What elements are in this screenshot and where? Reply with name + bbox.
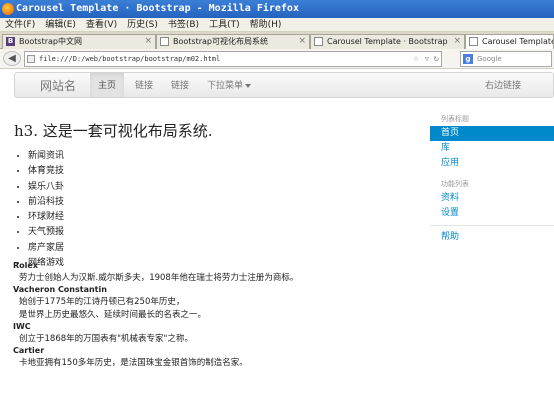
url-text: file:///D:/web/bootstrap/bootstrap/m02.h… xyxy=(39,55,221,63)
bootstrap-icon: B xyxy=(6,37,15,46)
sidebar-item-profile[interactable]: 资料 xyxy=(430,191,554,206)
page-icon xyxy=(27,55,35,63)
tab-carousel-2[interactable]: Carousel Template · xyxy=(465,34,554,49)
list-item: 娱乐八卦 xyxy=(28,180,64,195)
google-icon: g xyxy=(463,54,473,64)
tab-carousel-1[interactable]: Carousel Template · Bootstrap × xyxy=(310,34,465,49)
window-title: Carousel Template · Bootstrap - Mozilla … xyxy=(16,3,299,14)
tab-label: Bootstrap中文网 xyxy=(19,37,82,46)
nav-home[interactable]: 主页 xyxy=(90,73,125,97)
menu-help[interactable]: 帮助(H) xyxy=(245,18,287,32)
news-list: 新闻资讯 体育竞技 娱乐八卦 前沿科技 环球财经 天气预报 房产家居 网络游戏 xyxy=(18,149,64,271)
menu-history[interactable]: 历史(S) xyxy=(122,18,163,32)
menu-bar: 文件(F) 编辑(E) 查看(V) 历史(S) 书签(B) 工具(T) 帮助(H) xyxy=(0,18,554,32)
desc-vacheron-2: 是世界上历史最悠久、延续时间最长的名表之一。 xyxy=(19,309,207,320)
list-item: 环球财经 xyxy=(28,210,64,225)
list-item: 天气预报 xyxy=(28,225,64,240)
page-icon xyxy=(469,37,478,46)
nav-right-link[interactable]: 右边链接 xyxy=(477,73,529,97)
sidebar-nav: 列表标题 首页 库 应用 功能列表 资料 设置 帮助 xyxy=(430,112,554,245)
sidebar-item-library[interactable]: 库 xyxy=(430,141,554,156)
list-item: 新闻资讯 xyxy=(28,149,64,164)
desc-cartier: 卡地亚拥有150多年历史，是法国珠宝金银首饰的制造名家。 xyxy=(19,358,248,369)
page-heading: h3. 这是一套可视化布局系统. xyxy=(14,122,213,140)
window-titlebar: Carousel Template · Bootstrap - Mozilla … xyxy=(0,0,554,18)
menu-edit[interactable]: 编辑(E) xyxy=(40,18,81,32)
tab-label: Bootstrap可视化布局系统 xyxy=(173,37,268,46)
sidebar-header-1: 列表标题 xyxy=(441,115,469,123)
description-list: Rolex 劳力士创始人为汉斯.威尔斯多夫，1908年他在瑞士将劳力士注册为商标… xyxy=(13,260,413,369)
nav-link-1[interactable]: 链接 xyxy=(127,73,161,97)
sidebar-item-settings[interactable]: 设置 xyxy=(430,206,554,221)
navigation-toolbar: ◀ file:///D:/web/bootstrap/bootstrap/m02… xyxy=(0,49,554,69)
search-box[interactable]: g Google xyxy=(460,51,552,67)
tab-bootstrap-cn[interactable]: B Bootstrap中文网 × xyxy=(2,34,156,49)
nav-link-2[interactable]: 链接 xyxy=(163,73,197,97)
firefox-icon xyxy=(2,3,14,15)
close-icon[interactable]: × xyxy=(453,35,461,48)
nav-dropdown[interactable]: 下拉菜单 xyxy=(199,73,259,97)
dropdown-icon[interactable]: ▽ xyxy=(425,52,429,66)
desc-vacheron-1: 始创于1775年的江诗丹顿已有250年历史， xyxy=(19,297,185,308)
list-item: 前沿科技 xyxy=(28,195,64,210)
site-navbar: 网站名 主页 链接 链接 下拉菜单 右边链接 xyxy=(14,72,554,98)
term-iwc: IWC xyxy=(13,321,31,331)
menu-bookmarks[interactable]: 书签(B) xyxy=(163,18,204,32)
list-item: 体育竞技 xyxy=(28,164,64,179)
search-placeholder: Google xyxy=(477,55,502,63)
tab-layout-system[interactable]: Bootstrap可视化布局系统 × xyxy=(156,34,310,49)
close-icon[interactable]: × xyxy=(144,35,152,48)
caret-down-icon xyxy=(245,83,252,88)
sidebar-item-help[interactable]: 帮助 xyxy=(430,230,554,245)
address-bar[interactable]: file:///D:/web/bootstrap/bootstrap/m02.h… xyxy=(24,51,442,67)
reload-icon[interactable]: ↻ xyxy=(434,52,439,66)
term-rolex: Rolex xyxy=(13,261,38,270)
close-icon[interactable]: × xyxy=(298,35,306,48)
tab-label: Carousel Template · Bootstrap xyxy=(327,37,448,46)
tab-label: Carousel Template · xyxy=(482,37,554,46)
back-button[interactable]: ◀ xyxy=(3,51,21,66)
sidebar-divider xyxy=(430,225,554,226)
page-icon xyxy=(314,37,323,46)
sidebar-item-apps[interactable]: 应用 xyxy=(430,156,554,171)
star-icon[interactable]: ☆ xyxy=(413,52,419,66)
nav-dropdown-label: 下拉菜单 xyxy=(207,81,244,91)
list-item: 房产家居 xyxy=(28,241,64,256)
desc-iwc: 创立于1868年的万国表有"机械表专家"之称。 xyxy=(19,333,193,344)
term-vacheron: Vacheron Constantin xyxy=(13,285,107,295)
desc-rolex: 劳力士创始人为汉斯.威尔斯多夫，1908年他在瑞士将劳力士注册为商标。 xyxy=(19,273,299,283)
back-arrow-icon: ◀ xyxy=(8,53,16,64)
tab-strip: B Bootstrap中文网 × Bootstrap可视化布局系统 × Caro… xyxy=(0,32,554,49)
menu-tools[interactable]: 工具(T) xyxy=(204,18,245,32)
sidebar-item-home[interactable]: 首页 xyxy=(430,126,554,141)
menu-file[interactable]: 文件(F) xyxy=(0,18,40,32)
menu-view[interactable]: 查看(V) xyxy=(81,18,122,32)
site-brand[interactable]: 网站名 xyxy=(40,73,76,99)
grid-icon xyxy=(160,37,169,46)
term-cartier: Cartier xyxy=(13,346,45,356)
sidebar-header-2: 功能列表 xyxy=(441,180,469,188)
